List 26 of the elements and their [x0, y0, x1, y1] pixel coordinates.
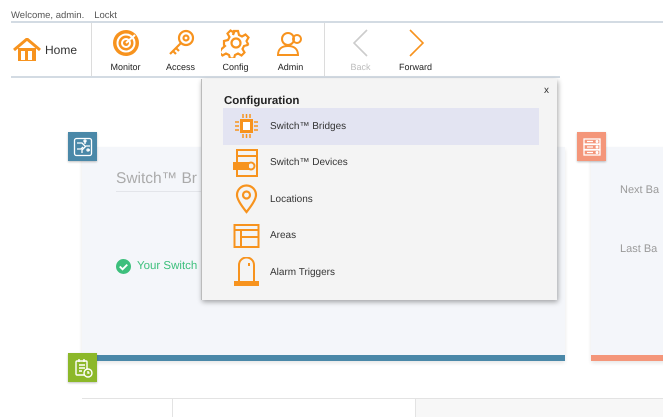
gear-icon — [220, 28, 250, 58]
home-button[interactable]: Home — [11, 23, 92, 76]
menu-item[interactable]: Areas — [223, 218, 539, 254]
forward-button[interactable]: Forward — [388, 23, 443, 76]
close-button[interactable]: x — [542, 83, 551, 98]
menu-item[interactable]: Alarm Triggers — [223, 254, 539, 290]
target-icon — [110, 28, 140, 58]
config-button[interactable]: Config — [208, 23, 263, 76]
backup-label: Next Ba — [620, 183, 660, 198]
menu-title: Configuration — [224, 94, 300, 108]
status-text: Your Switch — [137, 259, 198, 274]
access-button[interactable]: Access — [153, 23, 208, 76]
house-icon — [13, 38, 41, 62]
beacon-icon — [233, 257, 260, 288]
admin-button[interactable]: Admin — [263, 23, 318, 76]
card-accent-bar — [591, 355, 663, 361]
welcome-text: Welcome, admin. — [11, 10, 84, 21]
monitor-button[interactable]: Monitor — [98, 23, 153, 76]
location-pin-icon — [233, 184, 260, 214]
device-icon — [233, 148, 260, 178]
menu-item[interactable]: Locations — [223, 181, 539, 218]
backup-label: Last Ba — [620, 242, 658, 256]
menu-item[interactable]: Switch™ Bridges — [223, 108, 539, 144]
check-circle-icon — [116, 259, 131, 274]
app-name: Lockt — [94, 10, 117, 21]
menu-item[interactable]: Switch™ Devices — [223, 144, 539, 181]
